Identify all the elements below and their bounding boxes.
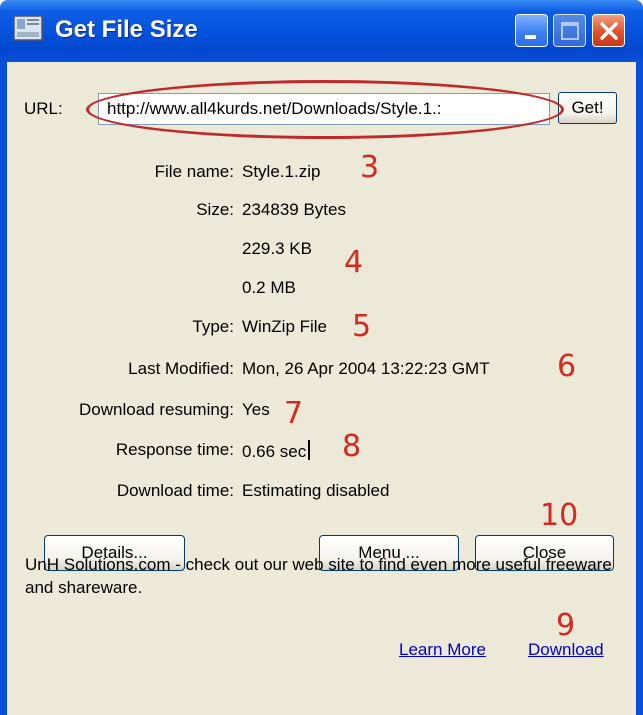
download-resuming-value: Yes	[242, 400, 270, 419]
download-time-value: Estimating disabled	[242, 481, 390, 500]
file-name-label: File name:	[154, 162, 234, 181]
annotation-9: 9	[556, 608, 576, 643]
size-mb-value: 0.2 MB	[242, 278, 296, 297]
type-value: WinZip File	[242, 317, 328, 336]
response-time-label: Response time:	[115, 440, 234, 459]
learn-more-link[interactable]: Learn More	[399, 640, 486, 660]
size-label: Size:	[196, 200, 234, 219]
promo-text: UnH Solutions.com - check out our web si…	[25, 555, 612, 597]
maximize-icon	[561, 22, 579, 40]
dialog-client-area: URL: http://www.all4kurds.net/Downloads/…	[7, 62, 636, 715]
get-button[interactable]: Get!	[558, 92, 617, 124]
text-cursor	[308, 440, 311, 460]
annotation-5: 5	[352, 309, 372, 344]
url-highlight-ellipse	[86, 80, 564, 139]
url-label: URL:	[24, 99, 63, 118]
minimize-icon	[525, 35, 536, 39]
title-bar[interactable]: Get File Size	[0, 0, 643, 62]
minimize-button[interactable]	[515, 14, 548, 47]
annotation-10: 10	[540, 498, 579, 533]
window-title: Get File Size	[55, 16, 198, 43]
size-kb-value: 229.3 KB	[242, 239, 312, 258]
response-time-text: 0.66 sec	[242, 442, 307, 461]
annotation-7: 7	[284, 396, 304, 431]
close-icon	[600, 22, 618, 40]
annotation-6: 6	[557, 349, 577, 384]
download-resuming-label: Download resuming:	[79, 400, 234, 419]
type-label: Type:	[192, 317, 234, 336]
download-link[interactable]: Download	[528, 640, 604, 660]
last-modified-label: Last Modified:	[128, 359, 234, 378]
app-icon	[13, 15, 43, 41]
annotation-3: 3	[360, 150, 380, 185]
annotation-8: 8	[342, 429, 362, 464]
get-file-size-window: Get File Size URL: http://www.all4kurds.…	[0, 0, 643, 715]
last-modified-value: Mon, 26 Apr 2004 13:22:23 GMT	[242, 359, 490, 378]
annotation-4: 4	[344, 245, 364, 280]
close-window-button[interactable]	[592, 14, 625, 47]
file-name-value: Style.1.zip	[242, 162, 321, 181]
size-bytes-value: 234839 Bytes	[242, 200, 346, 219]
download-time-label: Download time:	[116, 481, 234, 500]
response-time-value: 0.66 sec	[242, 440, 311, 462]
maximize-button[interactable]	[553, 14, 586, 47]
